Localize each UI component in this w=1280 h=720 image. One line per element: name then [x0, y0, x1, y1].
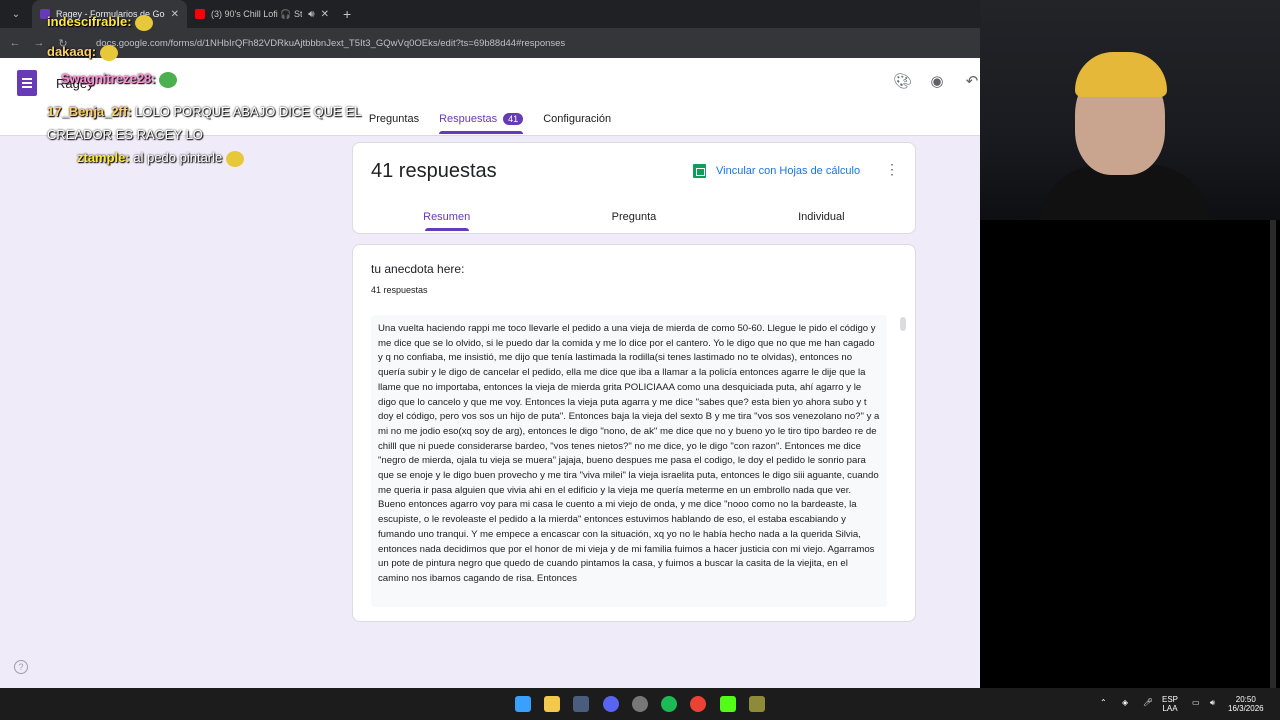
- page-scrollbar[interactable]: [1270, 220, 1276, 688]
- link-sheets-button[interactable]: Vincular con Hojas de cálculo: [693, 164, 860, 178]
- chat-username: indescifrable:: [47, 14, 132, 29]
- more-options-icon[interactable]: ⋮: [885, 161, 899, 178]
- file-explorer-icon[interactable]: [544, 696, 560, 712]
- steam-icon[interactable]: [573, 696, 589, 712]
- start-icon[interactable]: [515, 696, 531, 712]
- undo-icon[interactable]: ↶: [963, 73, 980, 91]
- webcam-overlay: [980, 0, 1280, 220]
- chat-message: Swagnitreze28:: [61, 71, 178, 88]
- chat-message: dakaaq:: [47, 44, 118, 61]
- tab-configuracion[interactable]: Configuración: [543, 113, 611, 134]
- language-code: ESP: [1162, 695, 1179, 704]
- emote-icon: [99, 44, 118, 61]
- address-bar: ← → ↻ docs.google.com/forms/d/1NHbIrQFh8…: [0, 28, 980, 58]
- chat-text: al pedo pintarle: [133, 150, 223, 165]
- screen: ⌄ Ragey - Formularios de Google ✕ (3) 90…: [0, 0, 1280, 720]
- question-responses-card: tu anecdota here: 41 respuestas Una vuel…: [352, 244, 916, 622]
- network-icon[interactable]: ▭: [1192, 698, 1200, 707]
- preview-eye-icon[interactable]: ◉: [928, 73, 946, 91]
- palette-icon[interactable]: 🎨︎: [893, 73, 912, 91]
- tab-youtube[interactable]: (3) 90's Chill Lofi 🎧 Study 🔊︎ ✕: [187, 0, 337, 28]
- microphone-icon[interactable]: 🎤︎: [1143, 698, 1153, 707]
- chat-message: ztample: al pedo pintarle: [47, 150, 244, 167]
- tab-respuestas[interactable]: Respuestas 41: [439, 113, 524, 134]
- close-tab-icon[interactable]: ✕: [171, 9, 179, 20]
- responses-scrollbar[interactable]: [900, 317, 906, 331]
- back-icon[interactable]: ←: [8, 37, 22, 49]
- forms-logo-icon[interactable]: [17, 70, 37, 96]
- tab-title: (3) 90's Chill Lofi 🎧 Study: [211, 8, 303, 19]
- close-tab-icon[interactable]: ✕: [321, 9, 329, 20]
- responses-subtabs: Resumen Pregunta Individual: [353, 211, 915, 231]
- subtab-individual[interactable]: Individual: [728, 211, 915, 231]
- chat-message: 17_Benja_2ff: LOLO PORQUE ABAJO DICE QUE…: [47, 100, 367, 146]
- keyboard-layout: LAA: [1162, 704, 1178, 713]
- responses-count-title: 41 respuestas: [371, 160, 497, 182]
- new-tab-button[interactable]: +: [343, 6, 351, 22]
- emote-icon: [159, 71, 178, 88]
- mute-tab-icon[interactable]: 🔊︎: [308, 9, 314, 20]
- subtab-resumen[interactable]: Resumen: [353, 211, 540, 231]
- chat-username: 17_Benja_2ff:: [47, 104, 132, 119]
- help-icon[interactable]: ?: [14, 660, 28, 674]
- webcam-hat: [1075, 52, 1167, 97]
- tray-chevron-icon[interactable]: ⌃: [1100, 698, 1107, 707]
- tab-label: Respuestas: [439, 113, 498, 125]
- chat-username: Swagnitreze28:: [61, 71, 156, 86]
- chrome-icon[interactable]: [690, 696, 706, 712]
- language-indicator[interactable]: ESP LAA: [1162, 695, 1178, 713]
- question-response-count: 41 respuestas: [371, 285, 428, 295]
- responses-summary-card: 41 respuestas Vincular con Hojas de cálc…: [352, 142, 916, 234]
- emote-icon: [225, 150, 244, 167]
- link-sheets-label: Vincular con Hojas de cálculo: [716, 165, 861, 177]
- clock-time: 20:50: [1235, 695, 1256, 704]
- windows-taskbar: ⌃ ◈ 🎤︎ ESP LAA ▭ 🔊︎ 20:50 16/3/2026: [0, 688, 1280, 720]
- question-title: tu anecdota here:: [371, 262, 465, 276]
- tray-app-icon[interactable]: ◈: [1122, 698, 1128, 707]
- chat-username: dakaaq:: [47, 44, 97, 59]
- kick-icon[interactable]: [720, 696, 736, 712]
- response-text: Una vuelta haciendo rappi me toco llevar…: [371, 315, 887, 607]
- app-icon[interactable]: [749, 696, 765, 712]
- youtube-favicon-icon: [195, 9, 205, 19]
- right-panel: [980, 220, 1280, 688]
- chat-username: ztample:: [77, 150, 130, 165]
- spotify-icon[interactable]: [661, 696, 677, 712]
- clock[interactable]: 20:50 16/3/2026: [1228, 695, 1264, 713]
- tab-label: Preguntas: [368, 113, 420, 125]
- chat-message: indescifrable:: [47, 14, 154, 31]
- url-field[interactable]: docs.google.com/forms/d/1NHbIrQFh82VDRku…: [96, 38, 565, 49]
- volume-icon[interactable]: 🔊︎: [1210, 698, 1215, 707]
- emote-icon: [135, 14, 154, 31]
- sheets-icon: [693, 164, 706, 178]
- tab-preguntas[interactable]: Preguntas: [369, 113, 419, 134]
- subtab-pregunta[interactable]: Pregunta: [540, 211, 727, 231]
- responses-count-badge: 41: [503, 113, 524, 125]
- tab-label: Configuración: [543, 113, 612, 125]
- forward-icon[interactable]: →: [32, 37, 46, 49]
- tab-search-icon[interactable]: ⌄: [4, 4, 28, 24]
- obs-icon[interactable]: [632, 696, 648, 712]
- clock-date: 16/3/2026: [1228, 704, 1264, 713]
- discord-icon[interactable]: [603, 696, 619, 712]
